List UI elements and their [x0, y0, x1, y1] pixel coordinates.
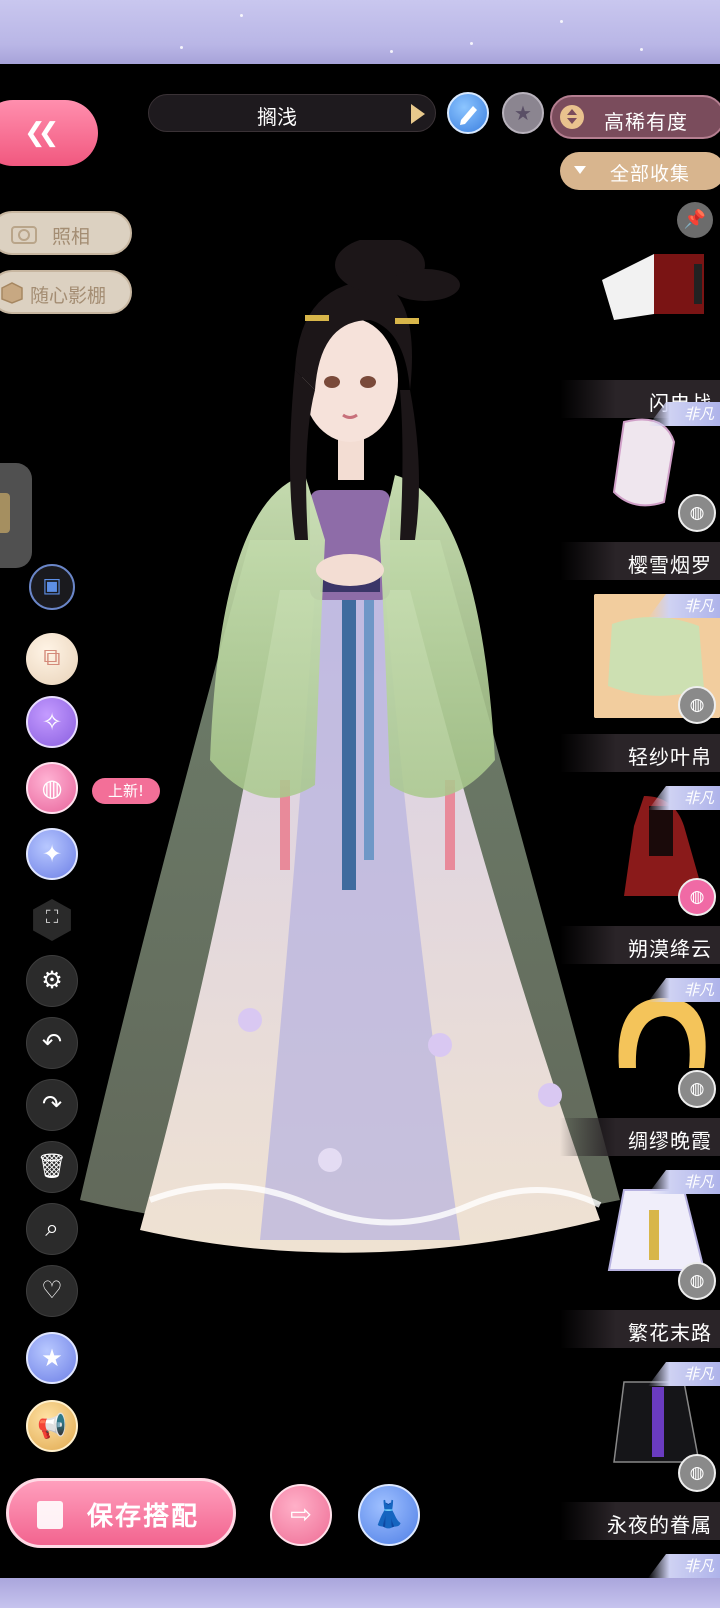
item-card[interactable]: 非凡 ◍ 绸缪晚霞 [560, 978, 720, 1156]
sort-label: 高稀有度 [604, 110, 688, 134]
effects-button[interactable]: ✦ [26, 828, 78, 880]
paint-palette-icon: ◍ [689, 695, 705, 715]
trash-icon: 🗑 [36, 1152, 68, 1180]
dye-button[interactable]: ◍ [678, 494, 716, 532]
filter-label: 全部收集 [610, 163, 691, 185]
undo-button[interactable]: ↶ [26, 1017, 78, 1069]
save-outfit-button[interactable]: 保存搭配 [6, 1478, 236, 1548]
paint-palette-icon: ◍ [689, 1271, 705, 1291]
share-icon: ⇨ [290, 1500, 312, 1530]
magic-wand-icon: ✧ [41, 708, 63, 736]
side-drawer-tab[interactable] [0, 463, 32, 568]
undo-icon: ↶ [41, 1028, 63, 1056]
share-button[interactable]: ⇨ [270, 1484, 332, 1546]
item-card[interactable]: 闪电战 [560, 240, 720, 418]
favorite-button[interactable]: ★ [502, 92, 544, 134]
back-button[interactable]: ❮❮ [0, 100, 98, 166]
outfit-scan-button[interactable]: 👗 [358, 1484, 420, 1546]
like-button[interactable]: ♡ [26, 1265, 78, 1317]
settings-button[interactable]: ⚙ [26, 955, 78, 1007]
item-name-strip: 轻纱叶帛 [560, 734, 720, 772]
dye-button[interactable]: ◍ [678, 1454, 716, 1492]
item-name: 繁花末路 [628, 1321, 712, 1345]
dye-button[interactable]: ◍ [678, 686, 716, 724]
dye-button[interactable]: ◍ [678, 1070, 716, 1108]
megaphone-icon: 📢 [37, 1412, 67, 1440]
item-name-strip: 樱雪烟罗 [560, 542, 720, 580]
item-card[interactable]: 非凡 ◍ 樱雪烟罗 [560, 402, 720, 580]
drawer-handle-icon [0, 493, 10, 533]
gear-icon: ⚙ [41, 966, 63, 994]
item-name: 绸缪晚霞 [628, 1129, 712, 1153]
item-card[interactable]: 非凡 ◍ 永夜的眷属 [560, 1362, 720, 1540]
item-card-selected[interactable]: 非凡 ◍ 轻纱叶帛 [560, 594, 720, 772]
item-name-strip: 繁花末路 [560, 1310, 720, 1348]
paint-palette-icon: ◍ [689, 503, 705, 523]
search-button[interactable]: ⌕ [26, 1203, 78, 1255]
star-icon: ★ [514, 101, 532, 125]
item-name: 樱雪烟罗 [628, 553, 712, 577]
dye-button[interactable]: ◍ [678, 1262, 716, 1300]
star-badge-icon: ★ [41, 1344, 63, 1372]
camera-button[interactable]: 照相 [0, 211, 132, 255]
layers-icon: ⧉ [43, 643, 61, 671]
item-name-strip: 永夜的眷属 [560, 1502, 720, 1540]
magic-search-button[interactable]: ✧ [26, 696, 78, 748]
item-name-strip: 朔漠绛云 [560, 926, 720, 964]
item-thumbnail [602, 254, 704, 320]
fullscreen-button[interactable]: ⛶ [33, 899, 71, 941]
item-card[interactable]: 非凡 ◍ 朔漠绛云 [560, 786, 720, 964]
redo-button[interactable]: ↷ [26, 1079, 78, 1131]
sort-arrows-icon [560, 105, 584, 129]
camera-icon [11, 226, 37, 244]
outfit-name: 搁浅 [257, 105, 297, 129]
rarity-badge: 非凡 [648, 1554, 720, 1578]
pencil-icon [460, 106, 477, 125]
item-name: 朔漠绛云 [628, 937, 712, 961]
item-card-partial[interactable]: 非凡 [560, 1554, 720, 1578]
sparkle-star-icon: ✦ [41, 840, 63, 868]
paint-palette-icon: ◍ [41, 774, 63, 802]
studio-button[interactable]: 随心影棚 [0, 270, 132, 314]
paint-palette-icon: ◍ [689, 887, 705, 907]
camera-label: 照相 [52, 226, 91, 248]
item-name: 轻纱叶帛 [628, 745, 712, 769]
dye-button[interactable]: ◍ [678, 878, 716, 916]
layer-button[interactable]: ⧉ [26, 633, 78, 685]
announcement-button[interactable]: 📢 [26, 1400, 78, 1452]
studio-label: 随心影棚 [30, 285, 107, 307]
heart-icon: ♡ [41, 1276, 63, 1304]
save-outfit-label: 保存搭配 [87, 1502, 200, 1532]
box-icon [1, 282, 23, 304]
bottom-decorative-band [0, 1578, 720, 1608]
item-name-strip: 绸缪晚霞 [560, 1118, 720, 1156]
pin-button[interactable]: 📌 [677, 202, 713, 238]
character-illustration [80, 237, 620, 1253]
sort-button[interactable]: 高稀有度 [550, 95, 720, 139]
delete-button[interactable]: 🗑 [26, 1141, 78, 1193]
pin-icon: 📌 [683, 209, 707, 230]
dress-icon: 👗 [372, 1500, 406, 1530]
dropdown-triangle-icon [574, 166, 586, 174]
fullscreen-icon: ⛶ [45, 907, 59, 928]
paint-palette-icon: ◍ [689, 1079, 705, 1099]
outfit-name-selector[interactable]: 搁浅 [148, 94, 436, 132]
picture-icon: ▣ [42, 573, 62, 597]
paint-palette-icon: ◍ [689, 1463, 705, 1483]
redo-icon: ↷ [41, 1090, 63, 1118]
dye-button[interactable]: ◍ [26, 762, 78, 814]
item-name: 永夜的眷属 [607, 1513, 712, 1537]
filter-dropdown[interactable]: 全部收集 [560, 152, 720, 190]
save-outfit-icon [37, 1501, 63, 1529]
chevron-right-icon [411, 104, 425, 124]
double-chevron-left-icon: ❮❮ [24, 118, 59, 148]
search-icon: ⌕ [45, 1214, 59, 1242]
new-badge: 上新! [92, 778, 160, 804]
top-decorative-band [0, 0, 720, 64]
camera-filter-button[interactable]: ▣ [29, 564, 75, 610]
collection-star-button[interactable]: ★ [26, 1332, 78, 1384]
edit-name-button[interactable] [447, 92, 489, 134]
item-card[interactable]: 非凡 ◍ 繁花末路 [560, 1170, 720, 1348]
character-model[interactable] [80, 237, 640, 1300]
